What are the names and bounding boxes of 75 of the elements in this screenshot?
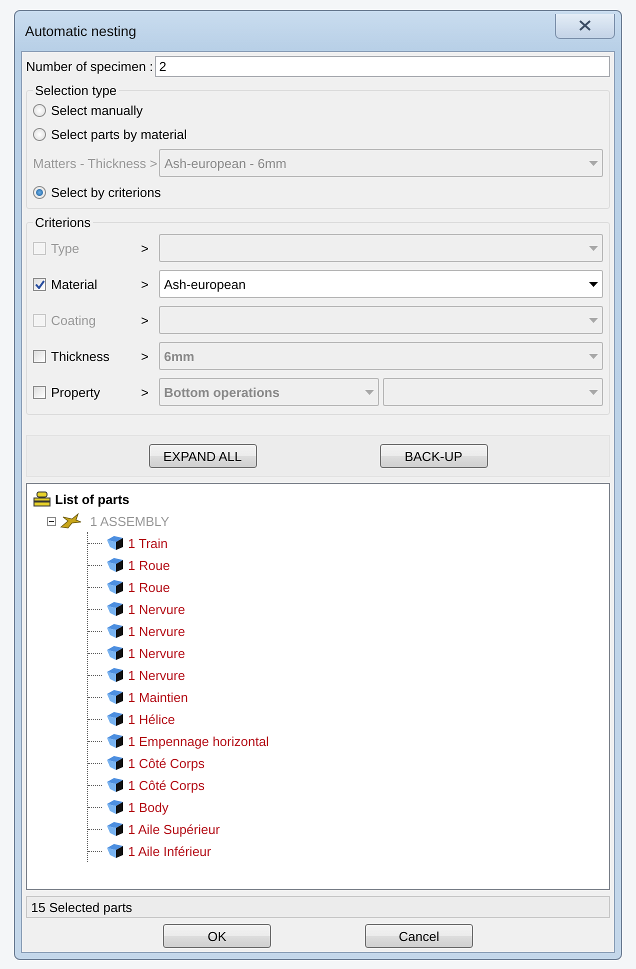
- group-title: Criterions: [34, 215, 92, 230]
- tree-item[interactable]: 1 Train: [128, 536, 168, 550]
- tree-item[interactable]: 1 Nervure: [128, 646, 186, 660]
- specimen-input[interactable]: 2: [155, 56, 610, 77]
- block-icon: [106, 667, 124, 683]
- dropdown-caret-icon: [589, 390, 598, 394]
- group-title: Selection type: [34, 83, 118, 98]
- checkbox[interactable]: [33, 350, 46, 362]
- tree-item[interactable]: 1 Body: [128, 800, 168, 814]
- tree-item[interactable]: 1 Nervure: [128, 668, 186, 682]
- block-icon: [106, 535, 124, 551]
- dropdown-caret-icon: [589, 318, 598, 322]
- dropdown[interactable]: [383, 378, 603, 406]
- block-icon: [106, 689, 124, 705]
- block-icon: [106, 711, 124, 727]
- criterion-label: Property: [51, 384, 100, 400]
- block-icon: [106, 799, 124, 815]
- checkbox[interactable]: [33, 386, 46, 398]
- tree-item[interactable]: 1 Hélice: [128, 712, 175, 726]
- status-bar: 15 Selected parts: [26, 896, 610, 918]
- block-icon: [106, 755, 124, 771]
- dropdown-caret-icon: [365, 390, 374, 394]
- radio-label: Select manually: [51, 102, 143, 118]
- dropdown[interactable]: Ash-european: [159, 270, 603, 298]
- criterion-label: Type: [51, 240, 80, 256]
- tree-item[interactable]: 1 Empennage horizontal: [128, 734, 269, 748]
- radio-button[interactable]: [33, 128, 46, 140]
- block-icon: [106, 843, 124, 859]
- tree-item[interactable]: 1 Roue: [128, 580, 170, 594]
- radio-label: Select parts by material: [51, 126, 187, 142]
- tree-item[interactable]: 1 Côté Corps: [128, 778, 205, 792]
- criterion-label: Coating: [51, 312, 96, 328]
- block-icon: [106, 579, 124, 595]
- tree-root-label[interactable]: List of parts: [55, 492, 130, 506]
- arrow-label: >: [141, 348, 150, 364]
- dropdown-caret-icon: [589, 246, 598, 250]
- block-icon: [106, 733, 124, 749]
- block-icon: [106, 821, 124, 837]
- tree-item[interactable]: 1 Aile Supérieur: [128, 822, 220, 836]
- window-title: Automatic nesting: [25, 23, 136, 39]
- block-icon: [106, 601, 124, 617]
- field-label: Matters - Thickness >: [33, 156, 158, 170]
- dialog-button[interactable]: Cancel: [365, 924, 473, 948]
- arrow-label: >: [141, 312, 150, 328]
- tree-item[interactable]: 1 Côté Corps: [128, 756, 205, 770]
- criterion-label: Material: [51, 276, 98, 292]
- action-button[interactable]: EXPAND ALL: [148, 444, 256, 468]
- block-icon: [106, 557, 124, 573]
- block-icon: [106, 777, 124, 793]
- radio-button[interactable]: [33, 104, 46, 116]
- checkbox[interactable]: [33, 278, 46, 290]
- tree-item[interactable]: 1 Aile Inférieur: [128, 844, 212, 858]
- arrow-label: >: [141, 384, 150, 400]
- dropdown-caret-icon: [589, 160, 598, 166]
- radio-button[interactable]: [33, 186, 46, 198]
- radio-label: Select by criterions: [51, 184, 161, 200]
- arrow-label: >: [141, 240, 150, 256]
- action-button[interactable]: BACK-UP: [380, 444, 488, 468]
- block-icon: [106, 623, 124, 639]
- dropdown-caret-icon: [589, 282, 598, 286]
- collapse-icon[interactable]: [47, 516, 56, 526]
- tree-item[interactable]: 1 Nervure: [128, 602, 186, 616]
- block-icon: [106, 645, 124, 661]
- field-label: Number of specimen :: [26, 59, 154, 74]
- tree-item[interactable]: 1 Roue: [128, 558, 170, 572]
- dropdown-caret-icon: [589, 354, 598, 358]
- close-button[interactable]: [555, 14, 615, 38]
- close-icon: [579, 20, 591, 31]
- tree-item[interactable]: 1 Maintien: [128, 690, 188, 704]
- tree-item[interactable]: 1 Nervure: [128, 624, 186, 638]
- stack-icon: [33, 491, 51, 507]
- assembly-icon: [60, 513, 82, 529]
- dialog-button[interactable]: OK: [163, 924, 271, 948]
- arrow-label: >: [141, 276, 150, 292]
- criterion-label: Thickness: [51, 348, 110, 364]
